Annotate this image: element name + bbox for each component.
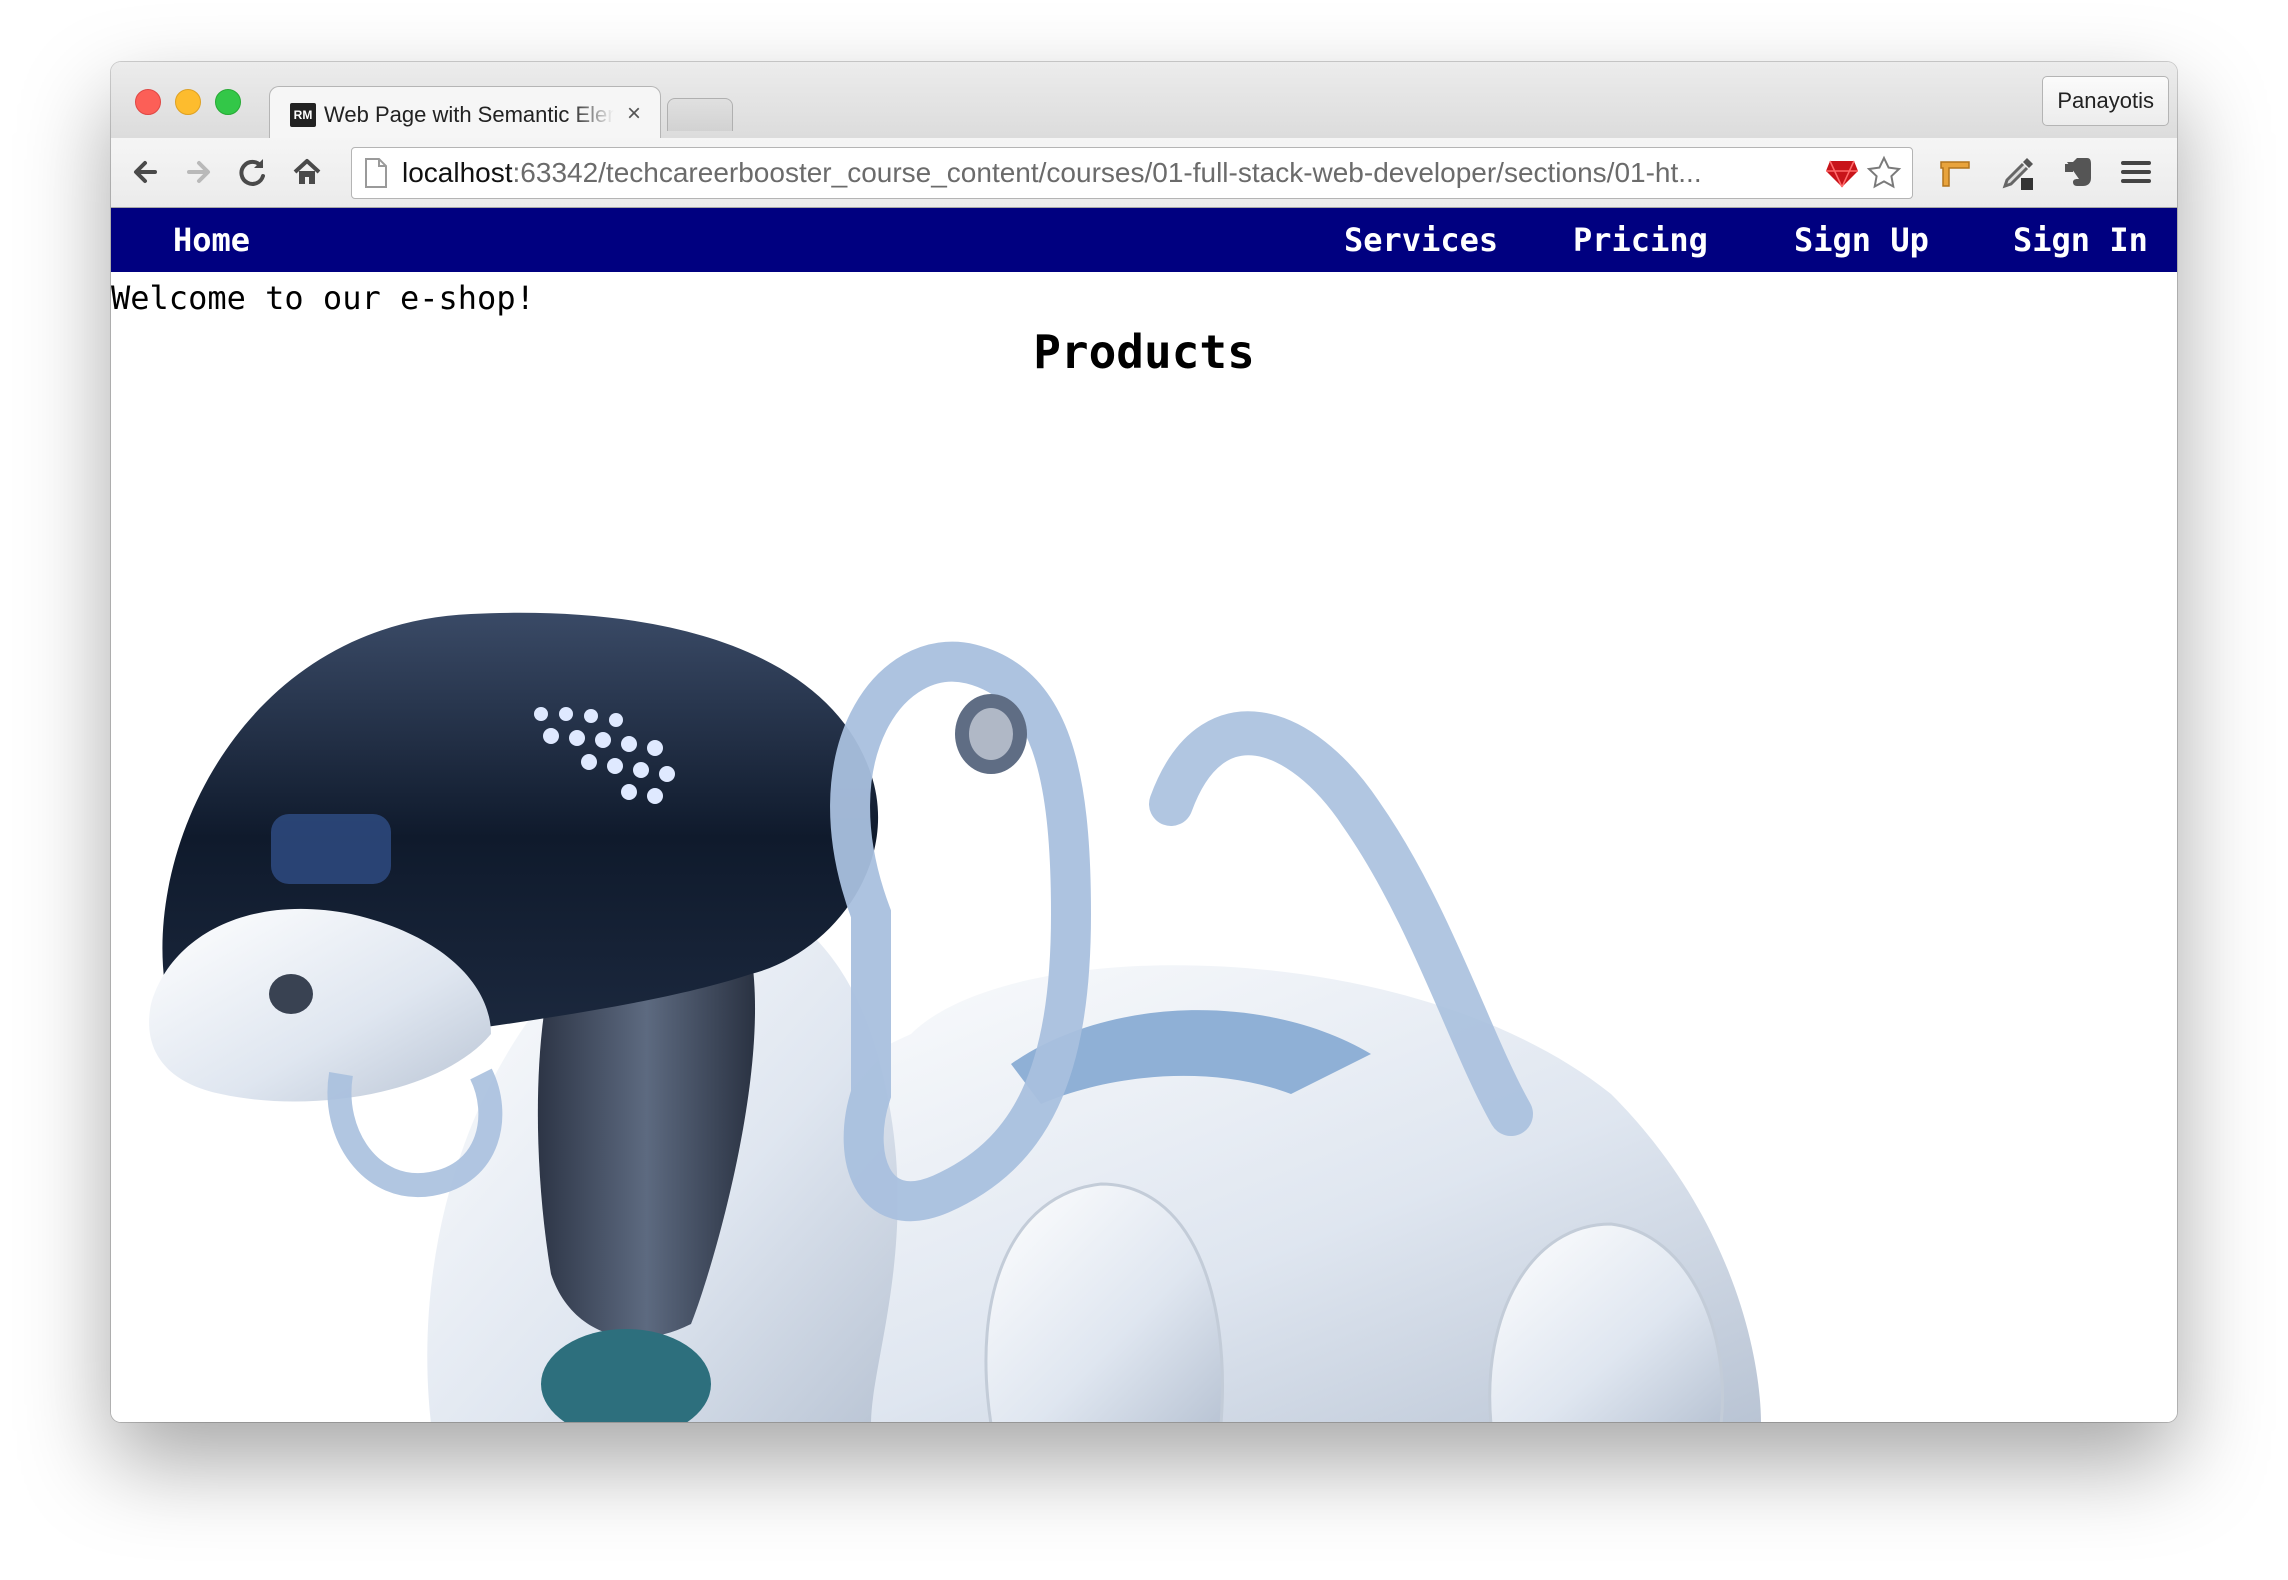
profile-button[interactable]: Panayotis [2042, 76, 2169, 126]
ruler-extension-icon[interactable] [1935, 152, 1975, 192]
ruby-extension-icon[interactable] [1824, 157, 1860, 189]
active-tab[interactable]: RM Web Page with Semantic Elements × [269, 86, 661, 140]
robot-dog-product-image [149, 612, 1761, 1422]
reload-icon[interactable] [233, 152, 273, 192]
eyedropper-extension-icon[interactable] [1999, 152, 2039, 192]
browser-toolbar: localhost:63342/techcareerbooster_course… [111, 138, 2177, 208]
nav-services-link[interactable]: Services [1344, 208, 1498, 272]
url-path: :63342/techcareerbooster_course_content/… [512, 157, 1702, 188]
welcome-text: Welcome to our e-shop! [111, 279, 535, 317]
evernote-extension-icon[interactable] [2057, 152, 2097, 192]
nav-home-link[interactable]: Home [173, 208, 250, 272]
page-viewport: Home Services Pricing Sign Up Sign In We… [111, 208, 2177, 1422]
zoom-window-button[interactable] [215, 89, 241, 115]
nav-sign-up-link[interactable]: Sign Up [1794, 208, 1929, 272]
products-heading: Products [1033, 325, 1255, 379]
url-host: localhost [402, 157, 513, 188]
forward-arrow-icon[interactable] [179, 152, 219, 192]
site-nav: Home Services Pricing Sign Up Sign In [111, 208, 2177, 272]
new-tab-button[interactable] [667, 98, 733, 131]
home-icon[interactable] [287, 152, 327, 192]
browser-window: RM Web Page with Semantic Elements × Pan… [111, 62, 2177, 1422]
tab-title: Web Page with Semantic Elements [324, 102, 614, 127]
minimize-window-button[interactable] [175, 89, 201, 115]
url-text[interactable]: localhost:63342/techcareerbooster_course… [402, 148, 1812, 198]
address-bar[interactable]: localhost:63342/techcareerbooster_course… [351, 147, 1913, 199]
tab-strip: RM Web Page with Semantic Elements × Pan… [111, 62, 2177, 140]
tab-close-icon[interactable]: × [622, 100, 646, 128]
rubymine-favicon-icon: RM [290, 103, 316, 127]
bookmark-star-icon[interactable] [1866, 155, 1902, 191]
menu-hamburger-icon[interactable] [2115, 152, 2155, 192]
page-icon [364, 158, 388, 188]
nav-pricing-link[interactable]: Pricing [1573, 208, 1708, 272]
nav-sign-in-link[interactable]: Sign In [2013, 208, 2148, 272]
close-window-button[interactable] [135, 89, 161, 115]
back-arrow-icon[interactable] [125, 152, 165, 192]
